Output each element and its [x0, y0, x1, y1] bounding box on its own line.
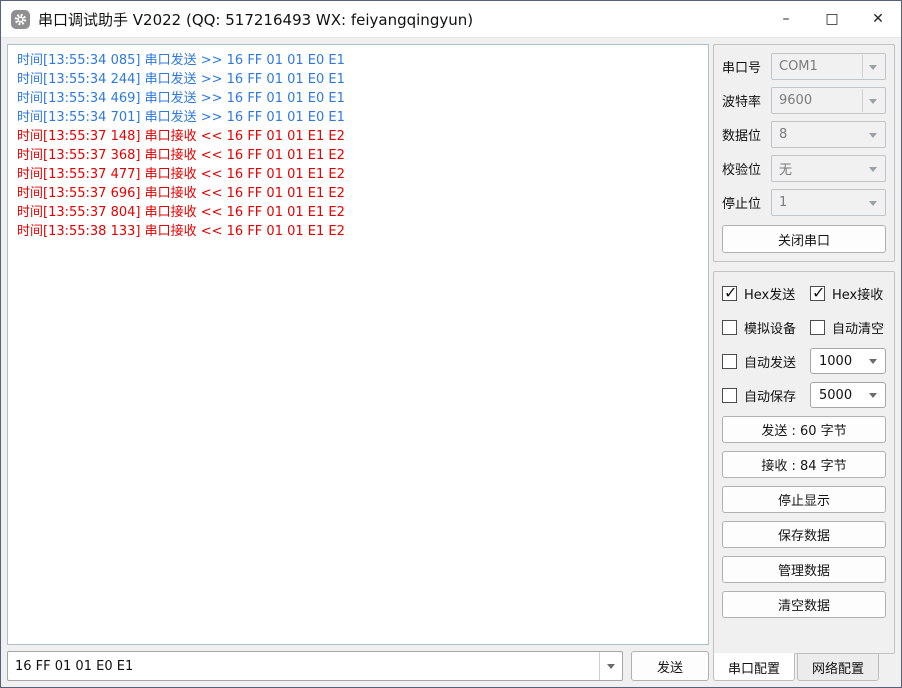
checkbox-hex-receive[interactable]: Hex接收: [810, 284, 883, 303]
left-column: 时间[13:55:34 085] 串口发送 >> 16 FF 01 01 E0 …: [7, 44, 709, 681]
auto-save-interval-value: 5000: [819, 388, 852, 403]
chevron-down-icon: [869, 133, 877, 138]
chevron-down-icon: [869, 359, 877, 364]
right-panel: 串口号 COM1 波特率 9600 数据位 8: [713, 44, 895, 681]
stop-display-button[interactable]: 停止显示: [722, 486, 886, 513]
checkbox-label: 模拟设备: [744, 318, 796, 337]
parity-select[interactable]: 无: [771, 155, 886, 182]
checkbox-label: 自动发送: [744, 352, 796, 371]
checkbox-hex-send[interactable]: Hex发送: [722, 284, 810, 303]
options-group: Hex发送 Hex接收 模拟设备 自动清空: [713, 271, 895, 654]
send-data-dropdown-button[interactable]: [599, 652, 622, 680]
port-select[interactable]: COM1: [771, 53, 886, 80]
log-line: 时间[13:55:38 133] 串口接收 << 16 FF 01 01 E1 …: [17, 222, 699, 241]
chevron-down-icon: [869, 65, 877, 70]
port-value: COM1: [779, 59, 818, 74]
manage-data-button[interactable]: 管理数据: [722, 556, 886, 583]
checkbox-box: [722, 388, 737, 403]
checkbox-row-hex: Hex发送 Hex接收: [722, 280, 886, 306]
close-port-button[interactable]: 关闭串口: [722, 225, 886, 253]
checkbox-label: Hex发送: [744, 284, 795, 303]
log-area[interactable]: 时间[13:55:34 085] 串口发送 >> 16 FF 01 01 E0 …: [7, 44, 709, 645]
received-bytes-button[interactable]: 接收 : 84 字节: [722, 451, 886, 478]
log-line: 时间[13:55:34 085] 串口发送 >> 16 FF 01 01 E0 …: [17, 51, 699, 70]
checkbox-box: [810, 320, 825, 335]
spacer: [722, 626, 886, 645]
checkbox-auto-clear[interactable]: 自动清空: [810, 318, 884, 337]
log-line: 时间[13:55:37 477] 串口接收 << 16 FF 01 01 E1 …: [17, 165, 699, 184]
checkbox-auto-send[interactable]: 自动发送: [722, 352, 810, 371]
baudrate-value: 9600: [779, 93, 812, 108]
log-line: 时间[13:55:37 804] 串口接收 << 16 FF 01 01 E1 …: [17, 203, 699, 222]
chevron-down-icon: [607, 664, 615, 669]
port-label: 串口号: [722, 57, 771, 76]
app-window: 串口调试助手 V2022 (QQ: 517216493 WX: feiyangq…: [0, 0, 902, 688]
auto-save-interval-select[interactable]: 5000: [810, 382, 886, 408]
auto-send-interval-value: 1000: [819, 354, 852, 369]
checkbox-label: 自动清空: [832, 318, 884, 337]
minimize-icon[interactable]: –: [763, 1, 809, 37]
checkbox-simulate-device[interactable]: 模拟设备: [722, 318, 810, 337]
chevron-down-icon: [869, 201, 877, 206]
field-row-stopbits: 停止位 1: [722, 189, 886, 216]
checkbox-auto-save[interactable]: 自动保存: [722, 386, 810, 405]
log-line: 时间[13:55:34 469] 串口发送 >> 16 FF 01 01 E0 …: [17, 89, 699, 108]
window-controls: – □ ✕: [763, 1, 901, 37]
send-data-combobox: [7, 651, 623, 681]
window-title: 串口调试助手 V2022 (QQ: 517216493 WX: feiyangq…: [38, 9, 473, 30]
log-line: 时间[13:55:37 368] 串口接收 << 16 FF 01 01 E1 …: [17, 146, 699, 165]
tab-serial-config[interactable]: 串口配置: [713, 653, 795, 681]
stopbits-select[interactable]: 1: [771, 189, 886, 216]
log-line: 时间[13:55:37 148] 串口接收 << 16 FF 01 01 E1 …: [17, 127, 699, 146]
field-row-parity: 校验位 无: [722, 155, 886, 182]
maximize-icon[interactable]: □: [809, 1, 855, 37]
checkbox-label: 自动保存: [744, 386, 796, 405]
checkbox-row-sim-clear: 模拟设备 自动清空: [722, 314, 886, 340]
checkbox-box: [722, 354, 737, 369]
baudrate-label: 波特率: [722, 91, 771, 110]
config-tabbar: 串口配置 网络配置: [713, 653, 895, 681]
log-line: 时间[13:55:34 701] 串口发送 >> 16 FF 01 01 E0 …: [17, 108, 699, 127]
close-icon[interactable]: ✕: [855, 1, 901, 37]
checkbox-box: [810, 286, 825, 301]
tab-network-config[interactable]: 网络配置: [797, 653, 879, 681]
databits-value: 8: [779, 127, 787, 142]
auto-send-row: 自动发送 1000: [722, 348, 886, 374]
app-gear-icon: [11, 10, 30, 29]
field-row-port: 串口号 COM1: [722, 53, 886, 80]
title-bar: 串口调试助手 V2022 (QQ: 517216493 WX: feiyangq…: [1, 1, 901, 38]
clear-data-button[interactable]: 清空数据: [722, 591, 886, 618]
checkbox-box: [722, 286, 737, 301]
checkbox-label: Hex接收: [832, 284, 883, 303]
parity-value: 无: [779, 159, 792, 178]
stopbits-value: 1: [779, 195, 787, 210]
log-line: 时间[13:55:34 244] 串口发送 >> 16 FF 01 01 E0 …: [17, 70, 699, 89]
serial-settings-group: 串口号 COM1 波特率 9600 数据位 8: [713, 44, 895, 262]
auto-send-interval-select[interactable]: 1000: [810, 348, 886, 374]
auto-save-row: 自动保存 5000: [722, 382, 886, 408]
log-line: 时间[13:55:37 696] 串口接收 << 16 FF 01 01 E1 …: [17, 184, 699, 203]
databits-label: 数据位: [722, 125, 771, 144]
chevron-down-icon: [869, 99, 877, 104]
baudrate-select[interactable]: 9600: [771, 87, 886, 114]
main-area: 时间[13:55:34 085] 串口发送 >> 16 FF 01 01 E0 …: [1, 38, 901, 687]
field-row-baudrate: 波特率 9600: [722, 87, 886, 114]
checkbox-box: [722, 320, 737, 335]
chevron-down-icon: [869, 393, 877, 398]
sent-bytes-button[interactable]: 发送 : 60 字节: [722, 416, 886, 443]
parity-label: 校验位: [722, 159, 771, 178]
send-data-input[interactable]: [8, 652, 599, 680]
chevron-down-icon: [869, 167, 877, 172]
save-data-button[interactable]: 保存数据: [722, 521, 886, 548]
stopbits-label: 停止位: [722, 193, 771, 212]
databits-select[interactable]: 8: [771, 121, 886, 148]
send-bar: 发送: [7, 651, 709, 681]
field-row-databits: 数据位 8: [722, 121, 886, 148]
send-button[interactable]: 发送: [631, 651, 709, 681]
